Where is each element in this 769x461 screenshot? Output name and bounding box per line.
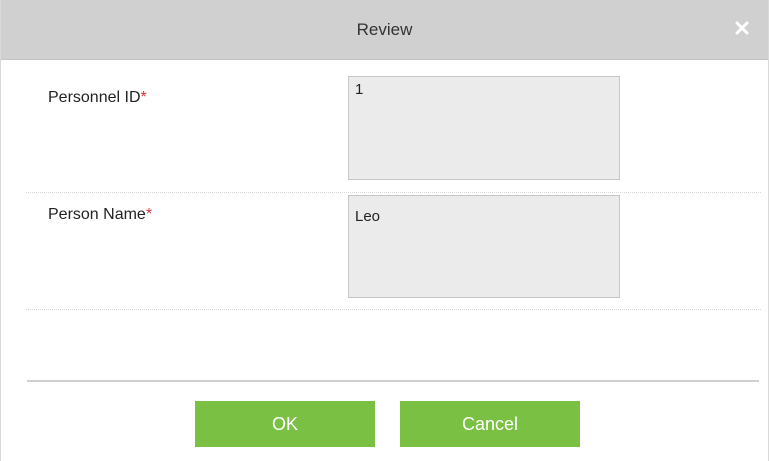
cancel-button[interactable]: Cancel [400,401,580,447]
required-mark: * [145,206,153,223]
person-name-field[interactable]: Leo [348,195,620,298]
close-icon[interactable] [730,16,754,40]
dialog-titlebar: Review [1,0,768,60]
person-name-label: Person Name* [48,206,152,224]
person-name-label-text: Person Name [48,206,146,223]
footer-divider [27,380,759,382]
ok-button[interactable]: OK [195,401,375,447]
personnel-id-field[interactable]: 1 [348,76,620,180]
personnel-id-label-text: Personnel ID [48,89,141,106]
dialog-title: Review [356,20,413,39]
personnel-id-label: Personnel ID* [48,89,147,107]
personnel-id-row: Personnel ID* 1 [26,60,761,193]
person-name-row: Person Name* Leo [26,193,761,310]
required-mark: * [140,89,147,106]
review-dialog: Review Personnel ID* 1 Person Name* Leo … [0,0,769,461]
